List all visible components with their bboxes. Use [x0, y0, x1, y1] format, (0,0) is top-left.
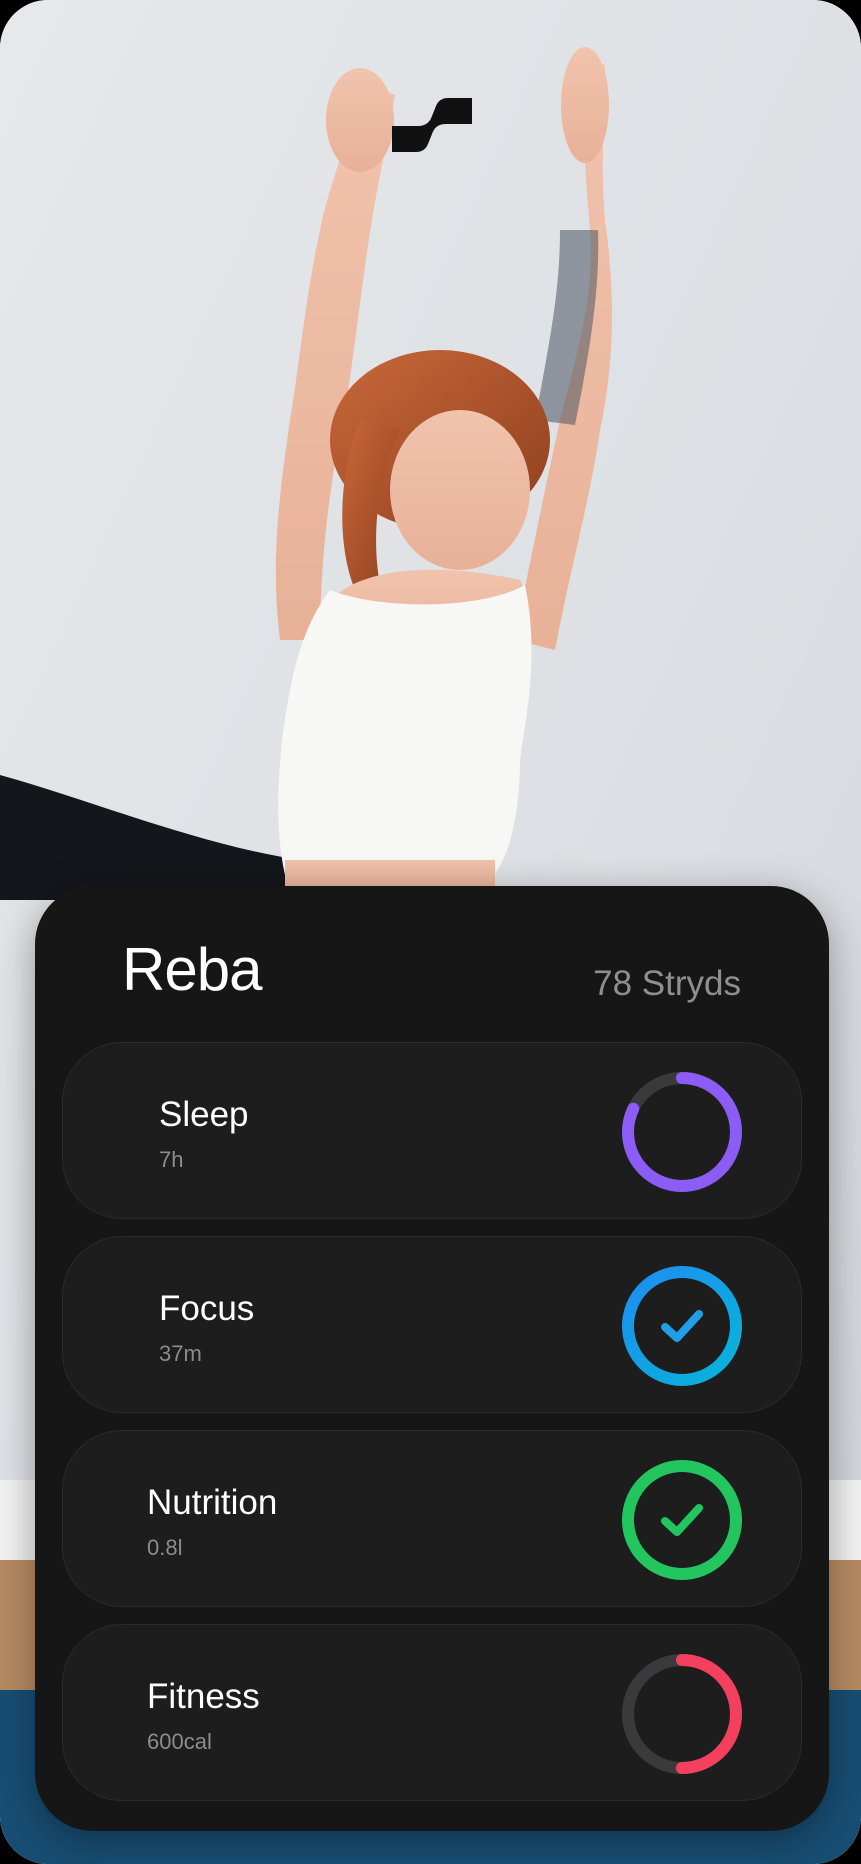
- metric-label: Fitness: [147, 1677, 260, 1716]
- daily-stats-card: Reba 78 Stryds Sleep 7h Focus 37m Nutrit…: [35, 886, 829, 1831]
- metric-row-focus[interactable]: Focus 37m: [62, 1236, 802, 1413]
- brand-logo-icon: [392, 98, 472, 152]
- checkmark-icon: [661, 1504, 703, 1536]
- fitness-progress-ring: [622, 1654, 742, 1774]
- metric-value: 7h: [159, 1147, 184, 1172]
- metric-row-fitness[interactable]: Fitness 600cal: [62, 1624, 802, 1801]
- metric-row-sleep[interactable]: Sleep 7h: [62, 1042, 802, 1219]
- metric-label: Focus: [159, 1289, 255, 1328]
- metric-label: Sleep: [159, 1095, 249, 1134]
- metric-value: 600cal: [147, 1729, 212, 1754]
- metrics-list: Sleep 7h Focus 37m Nutrition 0.8l Fitnes…: [62, 1042, 802, 1818]
- metric-label: Nutrition: [147, 1483, 278, 1522]
- focus-complete-ring: [622, 1266, 742, 1386]
- sleep-progress-ring: [622, 1072, 742, 1192]
- checkmark-icon: [661, 1310, 703, 1342]
- app-screen: Reba 78 Stryds Sleep 7h Focus 37m Nutrit…: [0, 0, 861, 1864]
- user-name: Reba: [122, 936, 262, 1003]
- nutrition-complete-ring: [622, 1460, 742, 1580]
- metric-value: 37m: [159, 1341, 202, 1366]
- metric-row-nutrition[interactable]: Nutrition 0.8l: [62, 1430, 802, 1607]
- card-header: Reba 78 Stryds: [35, 886, 829, 1042]
- metric-value: 0.8l: [147, 1535, 183, 1560]
- points-balance: 78 Stryds: [593, 964, 741, 1003]
